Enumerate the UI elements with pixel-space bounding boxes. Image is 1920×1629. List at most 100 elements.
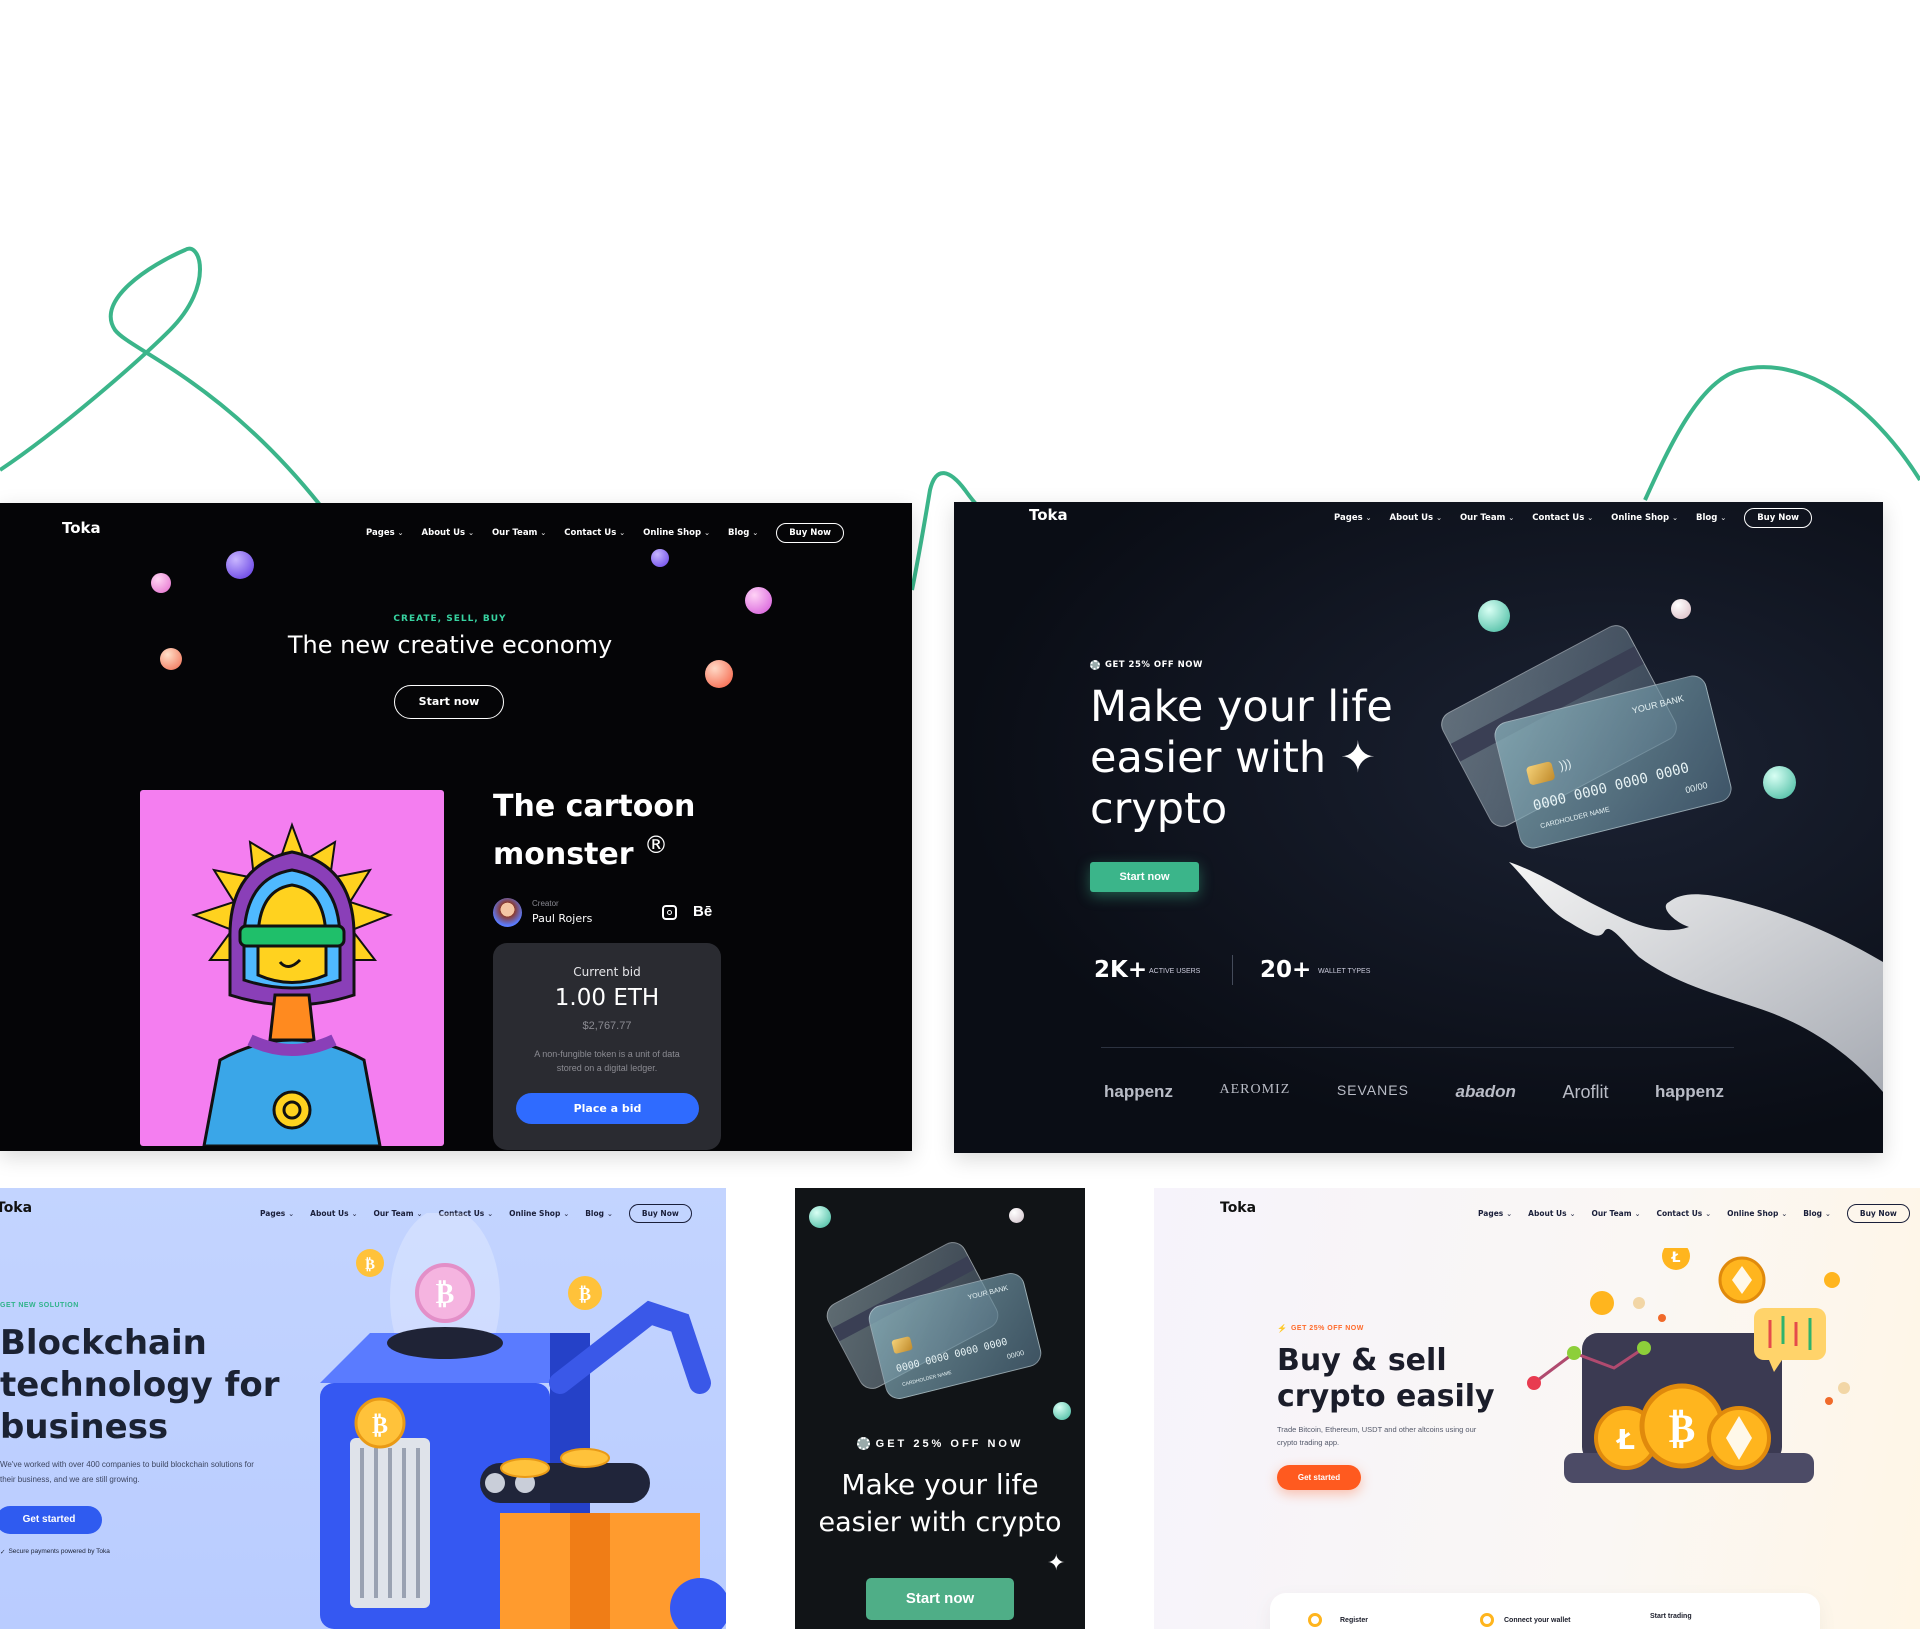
behance-icon[interactable]: Bē [693,903,712,920]
nav-team[interactable]: Our Team ⌄ [1591,1209,1640,1218]
svg-text:₿: ₿ [579,1284,591,1305]
card-chip-icon [891,1335,914,1355]
buysell-badge: ⚡ GET 25% OFF NOW [1277,1324,1364,1333]
svg-text:₿: ₿ [436,1277,455,1310]
wallet-icon [1480,1613,1494,1627]
decorative-orb [1478,600,1510,632]
buysell-desc-1: Trade Bitcoin, Ethereum, USDT and other … [1277,1425,1477,1434]
chevron-down-icon: ⌄ [704,529,710,537]
decorative-orb [151,573,171,593]
nav-about[interactable]: About Us ⌄ [422,528,474,538]
card-exp: 00/00 [1006,1349,1026,1361]
stat-divider [1232,955,1233,985]
stat-users-value: 2K+ [1094,957,1148,983]
blockchain-get-started-button[interactable]: Get started [0,1506,102,1534]
creator-avatar[interactable] [493,898,522,927]
blockchain-logo[interactable]: Toka [0,1200,32,1216]
step-connect: Connect your wallet [1480,1613,1571,1627]
nav-blog[interactable]: Blog ⌄ [1696,513,1726,523]
card-number: 0000 0000 0000 0000 [895,1336,1009,1376]
blockchain-machine-illustration: ₿ ₿ ₿ ₿ [320,1213,726,1629]
nft-logo[interactable]: Toka [62,519,101,537]
nft-title-line1: The cartoon [493,789,696,824]
instagram-icon[interactable] [662,905,677,920]
mobile-headline: Make your life easier with crypto [795,1466,1085,1542]
decorative-orb [1009,1208,1024,1223]
nav-pages[interactable]: Pages ⌄ [260,1209,294,1218]
buysell-desc-2: crypto trading app. [1277,1438,1340,1447]
buysell-logo[interactable]: Toka [1220,1200,1256,1216]
buysell-headline-line1: Buy & sell [1277,1343,1447,1378]
chevron-down-icon: ⌄ [1705,1209,1712,1218]
decorative-orb [1671,599,1691,619]
nav-about[interactable]: About Us ⌄ [1528,1209,1575,1218]
brand-logo: AEROMIZ [1219,1082,1291,1097]
check-icon: ✓ [0,1549,6,1556]
nft-start-button[interactable]: Start now [394,685,504,719]
sparkle-icon: ✦ [1339,733,1376,783]
svg-text:Ł: Ł [1615,1423,1635,1456]
registered-mark: ® [644,831,669,859]
brand-logo: SEVANES [1336,1082,1409,1098]
crypto-nav: Pages ⌄ About Us ⌄ Our Team ⌄ Contact Us ⌄ O… [1334,508,1813,528]
creator-name[interactable]: Paul Rojers [532,912,592,925]
blockchain-desc-1: We've worked with over 400 companies to … [0,1460,254,1469]
nav-shop[interactable]: Online Shop ⌄ [1727,1209,1787,1218]
nft-title: The cartoon monster ® [493,788,695,874]
chevron-down-icon: ⌄ [1587,514,1594,522]
nav-pages[interactable]: Pages ⌄ [1334,513,1372,523]
nft-nav: Pages ⌄ About Us ⌄ Our Team ⌄ Contact Us ⌄ O… [366,523,845,543]
gear-icon [856,1437,870,1450]
buy-now-button[interactable]: Buy Now [1846,1204,1910,1223]
nav-team[interactable]: Our Team ⌄ [492,528,546,538]
brands-divider [1101,1047,1734,1048]
nav-blog[interactable]: Blog ⌄ [728,528,758,538]
nav-shop[interactable]: Online Shop ⌄ [643,528,710,538]
svg-text:₿: ₿ [1669,1406,1696,1452]
nav-contact[interactable]: Contact Us⌄ [1656,1209,1711,1218]
bid-usd: $2,767.77 [582,1020,632,1032]
chevron-down-icon: ⌄ [288,1209,295,1218]
crypto-start-button[interactable]: Start now [1090,862,1199,892]
blockchain-headline-line3: business [0,1407,169,1447]
buysell-get-started-button[interactable]: Get started [1277,1465,1361,1490]
register-icon [1308,1613,1322,1627]
nav-shop[interactable]: Online Shop ⌄ [1611,513,1678,523]
card-bank-name: YOUR BANK [967,1284,1009,1302]
decorative-orb [809,1206,831,1228]
bid-desc-1: A non-fungible token is a unit of data [534,1049,680,1059]
chevron-down-icon: ⌄ [619,529,626,537]
nav-pages[interactable]: Pages ⌄ [366,528,404,538]
nav-contact[interactable]: Contact Us⌄ [1532,513,1593,523]
nav-pages[interactable]: Pages ⌄ [1478,1209,1512,1218]
crypto-panel: Toka Pages ⌄ About Us ⌄ Our Team ⌄ Contact … [954,502,1883,1153]
chevron-down-icon: ⌄ [1634,1209,1641,1218]
mobile-start-button[interactable]: Start now [866,1578,1014,1620]
step-register: Register [1308,1613,1368,1627]
chevron-down-icon: ⌄ [1825,1209,1831,1218]
nav-team[interactable]: Our Team ⌄ [1460,513,1514,523]
buy-now-button[interactable]: Buy Now [776,523,845,543]
decorative-orb [651,549,669,567]
buysell-headline-line2: crypto easily [1277,1379,1495,1414]
buy-now-button[interactable]: Buy Now [1744,508,1813,528]
place-bid-button[interactable]: Place a bid [516,1093,699,1124]
brand-logo: happenz [1655,1082,1724,1101]
chevron-down-icon: ⌄ [1720,514,1727,522]
chevron-down-icon: ⌄ [1781,1209,1788,1218]
decorative-orb [705,660,733,688]
crypto-logo[interactable]: Toka [1029,506,1068,524]
bid-value: 1.00 ETH [554,985,660,1011]
lightning-icon: ⚡ [1277,1324,1287,1333]
nav-about[interactable]: About Us ⌄ [1390,513,1442,523]
secure-note: ✓ Secure payments powered by Toka [0,1548,110,1556]
nav-blog[interactable]: Blog ⌄ [1803,1209,1831,1218]
nav-contact[interactable]: Contact Us⌄ [564,528,625,538]
card-chip-icon [1525,760,1556,786]
hand-illustration [1509,862,1883,1092]
chevron-down-icon: ⌄ [468,529,474,537]
nft-headline: The new creative economy [287,631,613,659]
svg-text:₿: ₿ [365,1255,375,1273]
stat-wallets-value: 20+ [1260,957,1312,983]
chevron-down-icon: ⌄ [1506,1209,1513,1218]
